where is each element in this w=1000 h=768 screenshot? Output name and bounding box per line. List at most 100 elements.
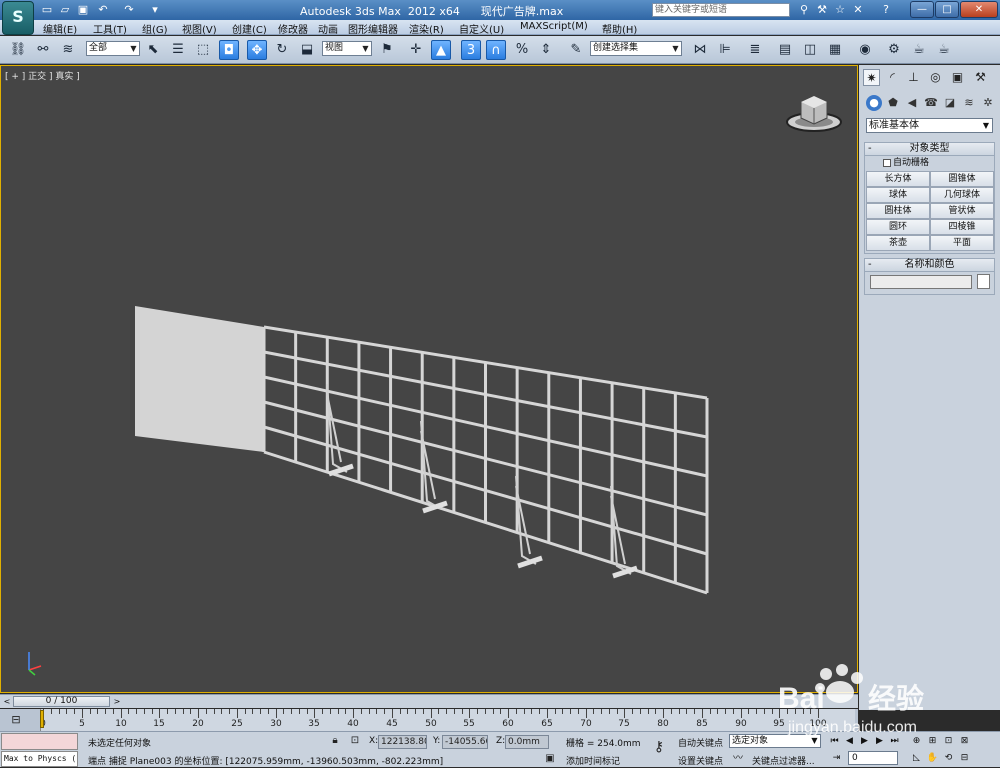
app-menu-button[interactable]: S [2,1,34,35]
minimize-button[interactable]: — [910,1,934,18]
new-file-icon[interactable]: ▭ [40,3,54,16]
menu-create[interactable]: 创建(C) [232,21,267,36]
go-to-end-icon[interactable]: ⏭ [888,735,901,748]
rendered-frame-icon[interactable]: ☕ [909,40,929,60]
object-name-input[interactable] [870,275,972,289]
previous-frame-icon[interactable]: ◀ [843,735,856,748]
pan-icon[interactable]: ✋ [926,752,939,765]
shapes-icon[interactable]: ⬟ [885,95,901,111]
spinner-snap-icon[interactable]: ⇕ [536,40,556,60]
plane-button[interactable]: 平面 [930,235,994,251]
perspective-viewport[interactable]: [ + ] 正交 ] 真实 ] [0,65,858,693]
motion-tab-icon[interactable]: ◎ [927,69,944,86]
menu-rendering[interactable]: 渲染(R) [409,21,444,36]
modify-tab-icon[interactable]: ◜ [884,69,901,86]
zoom-all-icon[interactable]: ⊞ [926,735,939,748]
material-editor-icon[interactable]: ◉ [855,40,875,60]
collapse-icon[interactable]: - [868,259,872,271]
hierarchy-tab-icon[interactable]: ⊥ [905,69,922,86]
primitive-category-dropdown[interactable]: 标准基本体 ▼ [866,118,993,133]
cone-button[interactable]: 圆锥体 [930,171,994,187]
menu-maxscript[interactable]: MAXScript(M) [520,21,588,32]
helpers-icon[interactable]: ◪ [942,95,958,111]
selection-filter-dropdown[interactable]: 全部 ▼ [86,41,140,56]
menu-animation[interactable]: 动画 [318,21,338,36]
window-crossing-icon[interactable]: ◘ [219,40,239,60]
torus-button[interactable]: 圆环 [866,219,930,235]
z-coordinate-field[interactable]: 0.0mm [505,735,549,749]
maximize-button[interactable]: □ [935,1,959,18]
pyramid-button[interactable]: 四棱锥 [930,219,994,235]
next-frame-icon[interactable]: ▶ [873,735,886,748]
binoculars-icon[interactable]: ⚲ [796,2,812,18]
menu-edit[interactable]: 编辑(E) [43,21,77,36]
geometry-icon[interactable]: ● [866,95,882,111]
angle-snap-icon[interactable]: ∩ [486,40,506,60]
menu-modifiers[interactable]: 修改器 [278,21,308,36]
wrench-icon[interactable]: ⚒ [814,2,830,18]
viewcube-icon[interactable] [785,92,843,134]
schematic-view-icon[interactable]: ▦ [825,40,845,60]
star-icon[interactable]: ☆ [832,2,848,18]
zoom-extents-all-icon[interactable]: ⊠ [958,735,971,748]
edit-named-selection-icon[interactable]: ✎ [566,40,586,60]
curve-editor-icon[interactable]: ◫ [800,40,820,60]
snaps-toggle-icon[interactable]: 3 [461,40,481,60]
unlink-icon[interactable]: ⚯ [33,40,53,60]
menu-tools[interactable]: 工具(T) [93,21,127,36]
redo-icon[interactable]: ↷ [122,3,136,16]
align-icon[interactable]: ⊫ [715,40,735,60]
auto-key-button[interactable]: 自动关键点 [678,736,723,749]
select-scale-icon[interactable]: ⬓ [297,40,317,60]
mirror-icon[interactable]: ⋈ [690,40,710,60]
object-type-header[interactable]: - 对象类型 [865,143,994,156]
object-color-swatch[interactable] [977,274,990,289]
autogrid-checkbox[interactable]: 自动栅格 [865,156,994,170]
play-icon[interactable]: ▶ [858,735,871,748]
go-to-start-icon[interactable]: ⏮ [828,735,841,748]
render-production-icon[interactable]: ☕ [934,40,954,60]
undo-icon[interactable]: ↶ [96,3,110,16]
menu-group[interactable]: 组(G) [142,21,168,36]
current-frame-field[interactable]: 0 [848,751,898,765]
key-filter-curve-icon[interactable]: 〰 [731,752,745,766]
link-icon[interactable]: ⛓ [8,40,28,60]
named-selection-dropdown[interactable]: 创建选择集 ▼ [590,41,682,56]
select-object-icon[interactable]: ⬉ [143,40,163,60]
maximize-viewport-icon[interactable]: ⊟ [958,752,971,765]
select-by-name-icon[interactable]: ☰ [168,40,188,60]
x-coordinate-field[interactable]: 122138.80 [378,735,427,749]
lock-icon[interactable]: 🔒︎ [328,734,342,748]
create-tab-icon[interactable]: ✷ [863,69,880,86]
current-frame-marker[interactable] [40,710,44,728]
rectangular-selection-icon[interactable]: ⬚ [193,40,213,60]
customize-icon[interactable]: ▾ [148,3,162,16]
y-coordinate-field[interactable]: -14055.66 [442,735,488,749]
layer-manager-icon[interactable]: ≣ [745,40,765,60]
display-tab-icon[interactable]: ▣ [949,69,966,86]
cameras-icon[interactable]: ☎ [923,95,939,111]
track-area[interactable]: 0510152025303540455055606570758085909510… [40,709,855,731]
cylinder-button[interactable]: 圆柱体 [866,203,930,219]
lights-icon[interactable]: ◀ [904,95,920,111]
bind-spacewarp-icon[interactable]: ≋ [58,40,78,60]
close-icon[interactable]: ✕ [850,2,866,18]
chevron-left-icon[interactable]: < [2,696,12,707]
checkbox-icon[interactable] [883,159,891,167]
systems-icon[interactable]: ✲ [980,95,996,111]
key-filters-button[interactable]: 关键点过滤器... [752,754,815,767]
menu-help[interactable]: 帮助(H) [602,21,637,36]
collapse-icon[interactable]: - [868,143,872,155]
menu-customize[interactable]: 自定义(U) [459,21,504,36]
select-move-icon[interactable]: ✥ [247,40,267,60]
zoom-extents-icon[interactable]: ⊡ [942,735,955,748]
key-icon[interactable]: ⚷ [648,740,670,754]
maxscript-output[interactable] [1,733,78,750]
add-time-tag[interactable]: 添加时间标记 [566,754,620,767]
open-file-icon[interactable]: ▱ [58,3,72,16]
percent-snap-icon[interactable]: % [512,40,532,60]
utilities-tab-icon[interactable]: ⚒ [972,69,989,86]
maxscript-input[interactable]: Max to Physcs ( [1,751,78,767]
save-icon[interactable]: ▣ [76,3,90,16]
spacewarps-icon[interactable]: ≋ [961,95,977,111]
